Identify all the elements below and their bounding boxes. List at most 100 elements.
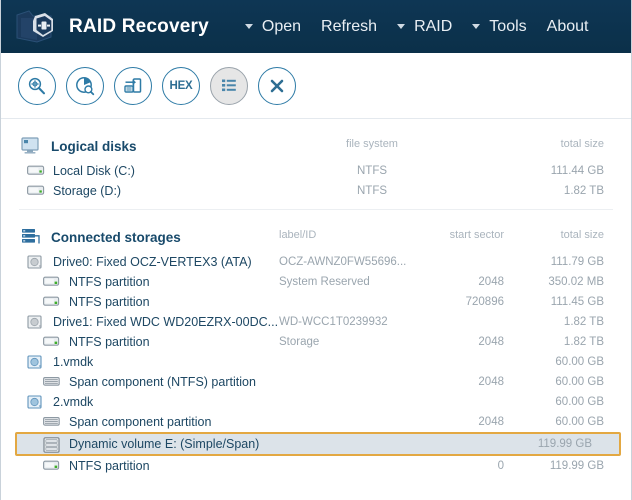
row-label: Local Disk (C:) <box>53 164 135 178</box>
span-component-icon <box>43 415 61 429</box>
chevron-down-icon <box>472 24 481 29</box>
partition-icon <box>43 275 61 289</box>
disk-scan-icon <box>76 76 95 95</box>
connected-storages-header: Connected storages label/ID start sector… <box>1 222 631 252</box>
menu-item-open[interactable]: Open <box>244 15 302 39</box>
table-row[interactable]: NTFS partition 0 119.99 GB <box>1 456 631 476</box>
menu-item-tools[interactable]: Tools <box>472 15 527 39</box>
cell-total-size: 60.00 GB <box>555 396 604 408</box>
row-label: Drive1: Fixed WDC WD20EZRX-00DC... <box>53 315 279 329</box>
column-header-label-id: label/ID <box>279 229 317 241</box>
table-row[interactable]: Span component partition 2048 60.00 GB <box>1 412 631 432</box>
cell-total-size: 60.00 GB <box>555 376 604 388</box>
partition-icon <box>43 335 61 349</box>
cell-total-size: 350.02 MB <box>548 276 604 288</box>
save-image-button[interactable] <box>114 66 152 105</box>
partition-icon <box>43 459 61 473</box>
menu-item-open-label: Open <box>261 17 302 35</box>
raid-folder-logo-icon <box>16 10 53 43</box>
cell-start-sector: 0 <box>497 460 504 472</box>
table-row[interactable]: Drive1: Fixed WDC WD20EZRX-00DC... WD-WCC… <box>1 312 631 332</box>
connected-storages-section: Connected storages label/ID start sector… <box>1 222 631 476</box>
table-row[interactable]: Span component (NTFS) partition 2048 60.00… <box>1 372 631 392</box>
cell-total-size: 119.99 GB <box>549 460 604 472</box>
titlebar: RAID Recovery Open Refresh RAID Tools Ab… <box>1 0 631 53</box>
cell-total-size: 111.44 GB <box>550 165 604 177</box>
vmdk-disk-icon <box>27 395 45 409</box>
column-header-file-system: file system <box>346 138 398 150</box>
table-row[interactable]: 1.vmdk 60.00 GB <box>1 352 631 372</box>
partition-icon <box>43 295 61 309</box>
menubar: Open Refresh RAID Tools About <box>244 15 589 39</box>
menu-item-tools-label: Tools <box>489 17 527 35</box>
menu-item-raid-label: RAID <box>414 17 453 35</box>
row-label: NTFS partition <box>69 335 150 349</box>
menu-item-refresh-label: Refresh <box>321 17 378 35</box>
cell-file-system: NTFS <box>356 185 388 197</box>
table-row[interactable]: NTFS partition 720896 111.45 GB <box>1 292 631 312</box>
hex-icon: HEX <box>169 79 193 92</box>
menu-item-raid[interactable]: RAID <box>397 15 452 39</box>
logical-disks-section: Logical disks file system total size Loc… <box>1 131 631 201</box>
row-label: 2.vmdk <box>53 395 94 409</box>
hex-view-button[interactable]: HEX <box>162 66 200 105</box>
span-component-icon <box>43 375 61 389</box>
table-row[interactable]: 2.vmdk 60.00 GB <box>1 392 631 412</box>
drive-icon <box>27 164 45 178</box>
app-title: RAID Recovery <box>69 15 209 37</box>
physical-disk-icon <box>27 255 45 269</box>
cell-total-size: 111.79 GB <box>550 256 604 268</box>
row-label: NTFS partition <box>69 295 150 309</box>
cell-label-id: OCZ-AWNZ0FW55696... <box>279 256 407 268</box>
raid-recovery-window: RAID Recovery Open Refresh RAID Tools Ab… <box>0 0 632 500</box>
table-row[interactable]: Storage (D:) NTFS 1.82 TB <box>1 181 631 201</box>
cell-start-sector: 2048 <box>478 336 504 348</box>
cell-start-sector: 2048 <box>478 276 504 288</box>
table-row[interactable]: Drive0: Fixed OCZ-VERTEX3 (ATA) OCZ-AWNZ0… <box>1 252 631 272</box>
cell-total-size: 60.00 GB <box>555 356 604 368</box>
row-label: Dynamic volume E: (Simple/Span) <box>69 437 260 451</box>
list-view-button[interactable] <box>210 66 248 105</box>
monitor-icon <box>21 137 41 155</box>
find-button[interactable] <box>18 66 56 105</box>
menu-item-refresh[interactable]: Refresh <box>321 15 377 39</box>
cell-total-size: 119.99 GB <box>537 438 592 450</box>
row-label: NTFS partition <box>69 275 150 289</box>
cell-total-size: 1.82 TB <box>563 185 604 197</box>
cell-total-size: 1.82 TB <box>563 336 604 348</box>
save-image-icon <box>124 77 142 93</box>
menu-item-about[interactable]: About <box>547 15 589 39</box>
cell-label-id: System Reserved <box>279 276 370 288</box>
row-label: Drive0: Fixed OCZ-VERTEX3 (ATA) <box>53 255 252 269</box>
cell-start-sector: 2048 <box>478 416 504 428</box>
row-label: Storage (D:) <box>53 184 122 198</box>
cell-label-id: WD-WCC1T0239932 <box>279 316 388 328</box>
connected-storages-title: Connected storages <box>51 229 181 245</box>
vmdk-disk-icon <box>27 355 45 369</box>
cell-total-size: 60.00 GB <box>555 416 604 428</box>
cell-file-system: NTFS <box>356 165 388 177</box>
section-divider <box>19 209 613 210</box>
chevron-down-icon <box>397 24 406 29</box>
cell-total-size: 1.82 TB <box>563 316 604 328</box>
table-row[interactable]: Local Disk (C:) NTFS 111.44 GB <box>1 161 631 181</box>
scan-disk-button[interactable] <box>66 66 104 105</box>
close-button[interactable] <box>258 66 296 105</box>
column-header-total-size-storages: total size <box>560 229 604 241</box>
connected-storages-rows: Drive0: Fixed OCZ-VERTEX3 (ATA) OCZ-AWNZ0… <box>1 252 631 476</box>
cell-start-sector: 720896 <box>465 296 504 308</box>
toolbar: HEX <box>1 53 631 119</box>
list-view-icon <box>222 79 236 91</box>
dynamic-volume-icon <box>43 437 61 453</box>
column-header-total-size: total size <box>560 138 604 150</box>
find-icon <box>28 77 46 94</box>
row-label: Span component (NTFS) partition <box>69 375 256 389</box>
logical-disks-title: Logical disks <box>51 138 137 154</box>
table-row-selected[interactable]: Dynamic volume E: (Simple/Span) 119.99 GB <box>15 432 621 456</box>
cell-total-size: 111.45 GB <box>550 296 604 308</box>
drive-icon <box>27 184 45 198</box>
physical-disk-icon <box>27 315 45 329</box>
table-row[interactable]: NTFS partition System Reserved 2048 350.02 … <box>1 272 631 292</box>
table-row[interactable]: NTFS partition Storage 2048 1.82 TB <box>1 332 631 352</box>
content-area: Logical disks file system total size Loc… <box>1 131 631 476</box>
